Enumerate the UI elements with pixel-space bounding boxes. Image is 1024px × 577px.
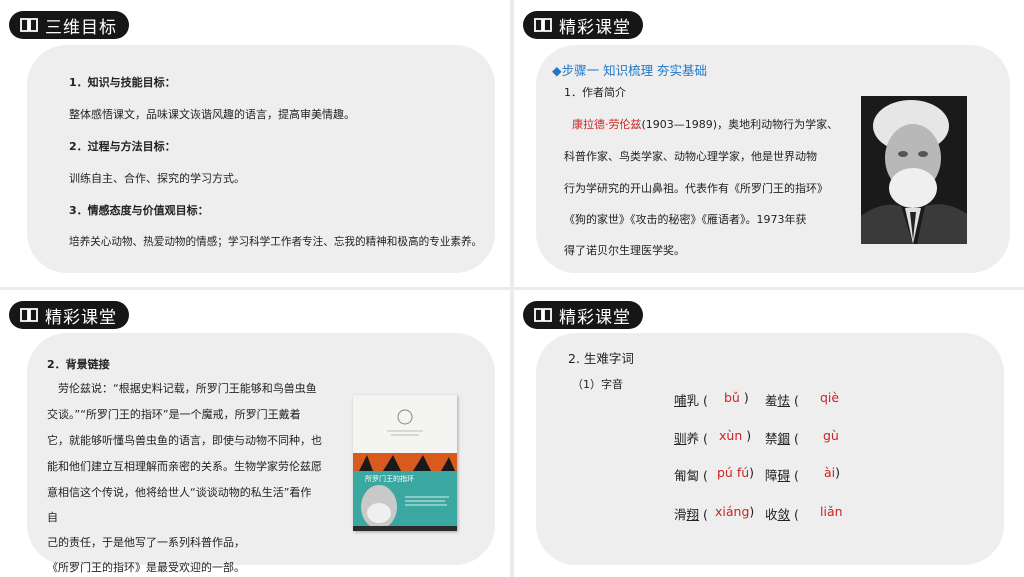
vocab-word: 收敛 ( bbox=[765, 507, 799, 522]
section-header: 精彩课堂 bbox=[523, 301, 643, 329]
section-header-label: 精彩课堂 bbox=[559, 307, 631, 328]
goal-text: 培养关心动物、热爱动物的情感；学习科学工作者专注、忘我的精神和极高的专业素养。 bbox=[69, 236, 483, 248]
vocab-pinyin: ài) bbox=[824, 465, 841, 480]
vocab-word: 滑翔 ( bbox=[674, 507, 708, 522]
panel-vocabulary: 精彩课堂 2. 生难字词 （1）字音 哺乳 ( bǔ ) 羞怯 ( qiè 驯养… bbox=[514, 290, 1024, 577]
bio-line: 《狗的家世》《攻击的秘密》《雁语者》。1973年获 bbox=[564, 213, 807, 226]
section-header: 精彩课堂 bbox=[523, 11, 643, 39]
bio-line: 行为学研究的开山鼻祖。代表作有《所罗门王的指环》 bbox=[564, 182, 828, 195]
bio-text: (1903—1989)，奥地利动物行为学家、 bbox=[641, 118, 839, 131]
book-icon bbox=[19, 307, 39, 323]
author-name: 康拉德·劳伦兹 bbox=[572, 118, 642, 131]
background-line: 自 bbox=[47, 511, 58, 524]
vocab-pinyin: gù bbox=[823, 428, 839, 443]
book-cover-image: 所罗门王的指环 bbox=[353, 395, 457, 531]
author-portrait bbox=[861, 96, 967, 244]
background-line: 《所罗门王的指环》是最受欢迎的一部。 bbox=[47, 561, 245, 574]
book-icon bbox=[533, 307, 553, 323]
background-line: 己的责任，于是他写了一系列科普作品， bbox=[47, 536, 245, 549]
background-line: 劳伦兹说：“根据史料记载，所罗门王能够和鸟兽虫鱼 bbox=[58, 382, 317, 395]
bio-line: 科普作家、鸟类学家、动物心理学家，他是世界动物 bbox=[564, 150, 817, 163]
bio-line: 康拉德·劳伦兹(1903—1989)，奥地利动物行为学家、 bbox=[572, 116, 838, 132]
vocab-pinyin: bǔ ) bbox=[724, 390, 749, 405]
vocab-char-target: 翔 bbox=[686, 507, 700, 522]
vocab-word: 哺乳 ( bbox=[674, 393, 708, 408]
vocab-word: 禁錮 ( bbox=[765, 431, 799, 446]
vocab-pinyin: liǎn bbox=[820, 504, 843, 519]
vocab-char: 养 bbox=[686, 431, 700, 446]
vocab-pinyin: xiáng) bbox=[715, 504, 755, 519]
content-card bbox=[536, 333, 1004, 565]
section-header-label: 精彩课堂 bbox=[559, 17, 631, 38]
vocab-char: 羞 bbox=[765, 393, 778, 408]
vocab-word: 匍匐 ( bbox=[674, 468, 708, 483]
bio-line: 得了诺贝尔生理医学奖。 bbox=[564, 244, 685, 257]
vocab-char: 障 bbox=[765, 468, 778, 483]
book-title: 所罗门王的指环 bbox=[365, 475, 414, 483]
vocab-char-target: 碍 bbox=[777, 468, 791, 483]
vocab-word: 羞怯 ( bbox=[765, 393, 799, 408]
vocab-char-target: 敛 bbox=[777, 507, 791, 522]
panel-author-intro: 精彩课堂 ◆步骤一 知识梳理 夯实基础 1．作者简介 康拉德·劳伦兹(1903—… bbox=[514, 0, 1024, 287]
vocab-char: 匐 bbox=[686, 468, 700, 483]
goal-text: 训练自主、合作、探究的学习方式。 bbox=[69, 172, 245, 185]
vocab-pinyin: pú fú) bbox=[717, 465, 755, 480]
goal-text: 整体感悟课文，品味课文诙谐风趣的语言，提高审美情趣。 bbox=[69, 108, 355, 121]
section-header: 三维目标 bbox=[9, 11, 129, 39]
vocab-char: 滑 bbox=[674, 507, 687, 522]
background-line: 能和他们建立互相理解而亲密的关系。生物学家劳伦兹愿 bbox=[47, 460, 322, 473]
section-header: 精彩课堂 bbox=[9, 301, 129, 329]
book-icon bbox=[533, 17, 553, 33]
vocab-char-target: 怯 bbox=[777, 393, 791, 408]
goal-heading: 2．过程与方法目标： bbox=[69, 140, 176, 153]
vocab-char-target: 錮 bbox=[777, 431, 791, 446]
vocab-char: 禁 bbox=[765, 431, 778, 446]
background-title: 2．背景链接 bbox=[47, 358, 110, 371]
vocab-subtitle: （1）字音 bbox=[572, 378, 623, 391]
goal-heading: 1．知识与技能目标： bbox=[69, 76, 176, 89]
vocab-char: 匍 bbox=[674, 468, 687, 483]
step-title: ◆步骤一 知识梳理 夯实基础 bbox=[552, 63, 708, 78]
vocab-pinyin: xùn ) bbox=[719, 428, 752, 443]
intro-title: 1．作者简介 bbox=[564, 86, 626, 99]
background-line: 它，就能够听懂鸟兽虫鱼的语言，即使与动物不同种，也 bbox=[47, 434, 322, 447]
vocab-title: 2. 生难字词 bbox=[568, 351, 634, 366]
panel-three-goals: 三维目标 1．知识与技能目标： 整体感悟课文，品味课文诙谐风趣的语言，提高审美情… bbox=[0, 0, 510, 287]
vocab-char: 乳 bbox=[686, 393, 700, 408]
goal-heading: 3．情感态度与价值观目标： bbox=[69, 204, 209, 217]
book-icon bbox=[19, 17, 39, 33]
vocab-char: 收 bbox=[765, 507, 778, 522]
vocab-pinyin: qiè bbox=[820, 390, 840, 405]
vocab-word: 障碍 ( bbox=[765, 468, 799, 483]
section-header-label: 精彩课堂 bbox=[45, 307, 117, 328]
background-line: 交谈。”“所罗门王的指环”是一个魔戒，所罗门王戴着 bbox=[47, 408, 301, 421]
vocab-word: 驯养 ( bbox=[674, 431, 708, 446]
background-line: 意相信这个传说，他将给世人“谈谈动物的私生活”看作 bbox=[47, 486, 312, 499]
vocab-char-target: 哺 bbox=[674, 393, 687, 408]
vocab-char-target: 驯 bbox=[674, 431, 687, 446]
section-header-label: 三维目标 bbox=[45, 17, 117, 38]
